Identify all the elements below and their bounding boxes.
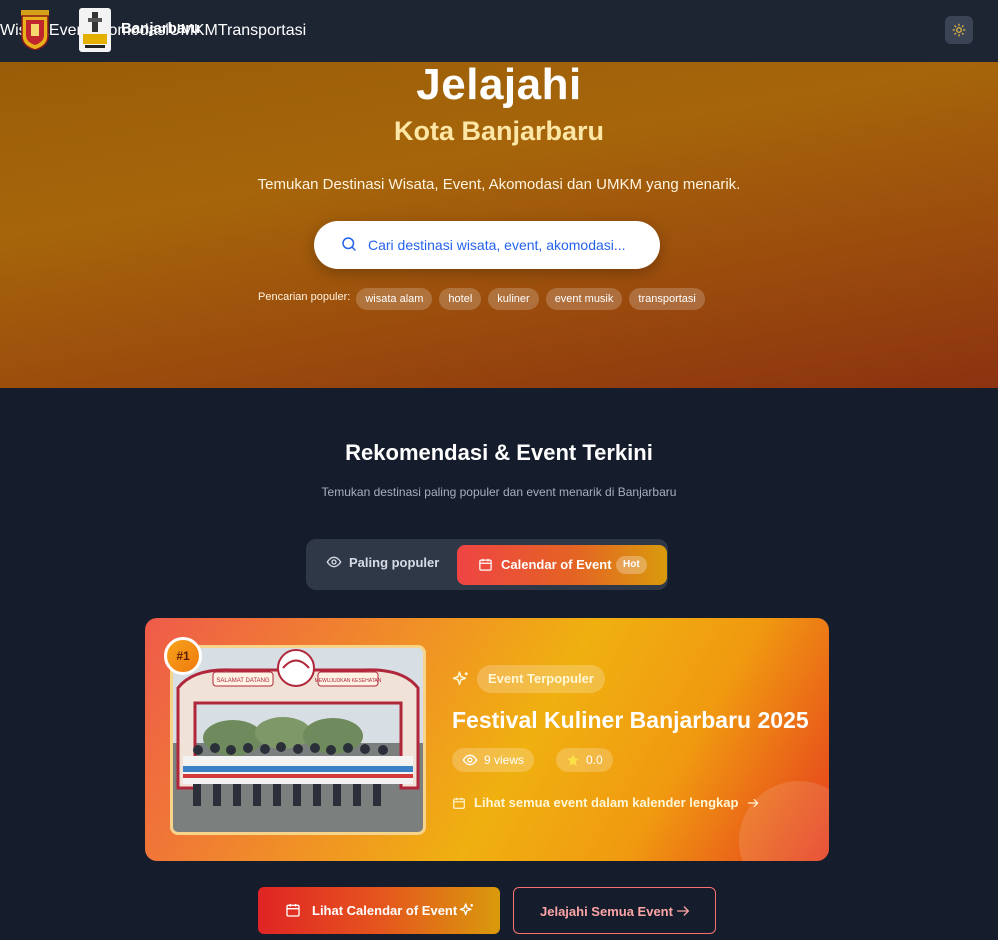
calendar-icon (479, 558, 492, 571)
tab-paling-populer[interactable]: Paling populer (326, 554, 439, 570)
arch-text-left: SALAMAT DATANG (216, 678, 270, 684)
popular-searches: Pencarian populer: wisata alam hotel kul… (258, 288, 712, 310)
recommendation-tabs: Paling populer Calendar of Event Hot (306, 539, 668, 590)
eye-icon (326, 556, 342, 568)
search-icon (342, 237, 356, 251)
explore-all-events-button[interactable]: Jelajahi Semua Event (513, 887, 716, 934)
tab-calendar-of-event[interactable]: Calendar of Event Hot (457, 545, 667, 585)
popular-chip-event-musik[interactable]: event musik (545, 288, 623, 310)
calendar-icon (286, 904, 300, 917)
hero-tagline: Temukan Destinasi Wisata, Event, Akomoda… (257, 176, 741, 193)
search-bar[interactable] (314, 221, 660, 269)
hero-subtitle: Kota Banjarbaru (393, 116, 605, 146)
event-photo-illustration: SALAMAT DATANG MEWUJUDKAN KESEHATAN (173, 648, 423, 832)
star-icon (567, 754, 579, 766)
nav-item-transportasi[interactable]: Transportasi (218, 22, 306, 40)
section-title: Rekomendasi & Event Terkini (345, 440, 653, 465)
tab-paling-populer-label: Paling populer (349, 554, 440, 570)
banjarbaru-logo[interactable] (79, 8, 111, 52)
popular-chip-kuliner[interactable]: kuliner (488, 288, 539, 310)
views-count: 9 views (484, 753, 525, 767)
search-input[interactable] (368, 233, 648, 257)
sparkles-icon (452, 671, 468, 685)
popular-chip-hotel[interactable]: hotel (439, 288, 482, 310)
popular-chip-wisata-alam[interactable]: wisata alam (356, 288, 433, 310)
featured-event-title[interactable]: Festival Kuliner Banjarbaru 2025 (452, 707, 809, 734)
hot-badge: Hot (616, 556, 647, 574)
popular-label: Pencarian populer: (258, 291, 351, 303)
view-calendar-label: Lihat Calendar of Event (312, 903, 458, 918)
views-stat: 9 views (452, 748, 535, 772)
popular-event-label: Event Terpopuler (477, 665, 605, 693)
tab-calendar-label: Calendar of Event (501, 557, 612, 572)
arrow-right-icon (748, 798, 759, 807)
eye-icon (462, 754, 478, 766)
top-navbar: Banjarbaru Wisata Event Akomodasi UMKM T… (0, 0, 998, 62)
decorative-circle (739, 781, 829, 861)
brand-name[interactable]: Banjarbaru (121, 20, 200, 37)
sparkles-icon (459, 903, 473, 916)
calendar-link-label: Lihat semua event dalam kalender lengkap (474, 795, 739, 810)
rank-badge: #1 (164, 637, 202, 675)
sun-icon (952, 23, 966, 37)
view-calendar-button[interactable]: Lihat Calendar of Event (258, 887, 500, 934)
popular-chip-transportasi[interactable]: transportasi (629, 288, 705, 310)
section-subtitle: Temukan destinasi paling populer dan eve… (321, 485, 677, 499)
event-photo[interactable]: SALAMAT DATANG MEWUJUDKAN KESEHATAN (170, 645, 426, 835)
hero-title: Jelajahi (416, 62, 582, 109)
popular-event-badge: Event Terpopuler (452, 665, 605, 693)
rating-value: 0.0 (586, 753, 603, 767)
city-emblem-logo[interactable] (20, 10, 50, 50)
hero-section: Jelajahi Kota Banjarbaru Temukan Destina… (0, 62, 998, 388)
featured-event-card[interactable]: #1 SALAMAT DATANG MEWUJUDKAN KESEHATAN E… (145, 618, 829, 861)
rating-stat: 0.0 (556, 748, 613, 772)
arrow-right-icon (677, 906, 690, 916)
calendar-icon (453, 797, 465, 809)
arch-text-right: MEWUJUDKAN KESEHATAN (315, 678, 382, 684)
explore-all-events-label: Jelajahi Semua Event (540, 904, 673, 919)
calendar-link[interactable]: Lihat semua event dalam kalender lengkap (452, 795, 760, 810)
theme-toggle-button[interactable] (945, 16, 973, 44)
